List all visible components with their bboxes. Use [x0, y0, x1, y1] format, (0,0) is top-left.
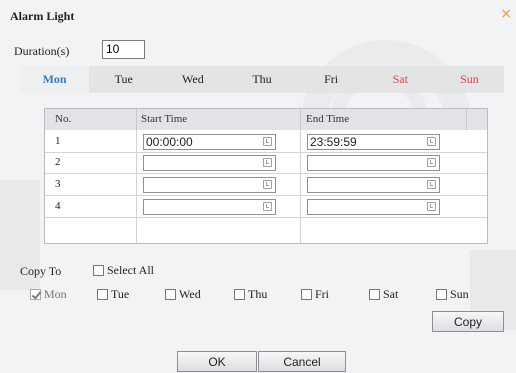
column-divider — [136, 109, 137, 130]
row-number: 1 — [55, 135, 61, 147]
cancel-button[interactable]: Cancel — [258, 351, 346, 372]
tab-thu[interactable]: Thu — [227, 66, 296, 93]
copy-day-wed-checkbox[interactable]: Wed — [165, 287, 201, 302]
table-row: 2 — [45, 153, 487, 174]
checkbox-icon[interactable] — [234, 289, 245, 300]
column-header-start-time: Start Time — [141, 113, 188, 125]
select-all-checkbox[interactable]: Select All — [93, 263, 154, 278]
schedule-table: No. Start Time End Time 1 00:00:00 23:59… — [44, 108, 488, 244]
checkbox-icon[interactable] — [97, 289, 108, 300]
column-header-end-time: End Time — [306, 113, 350, 125]
copy-day-thu-checkbox[interactable]: Thu — [234, 287, 267, 302]
copy-button[interactable]: Copy — [432, 311, 504, 332]
dialog-title: Alarm Light — [10, 9, 75, 23]
tab-tue[interactable]: Tue — [89, 66, 158, 93]
copy-day-label: Wed — [179, 287, 201, 301]
end-time-input[interactable] — [307, 199, 440, 215]
clock-icon[interactable] — [263, 137, 272, 146]
tab-wed[interactable]: Wed — [158, 66, 227, 93]
clock-icon[interactable] — [263, 180, 272, 189]
start-time-input[interactable] — [143, 177, 276, 193]
duration-input[interactable] — [102, 40, 145, 59]
column-header-no: No. — [55, 113, 72, 125]
start-time-value: 00:00:00 — [146, 135, 193, 149]
row-number: 4 — [55, 200, 61, 212]
copy-day-fri-checkbox[interactable]: Fri — [301, 287, 329, 302]
select-all-label: Select All — [107, 263, 154, 277]
copy-day-label: Sat — [383, 287, 399, 301]
start-time-input[interactable]: 00:00:00 — [143, 134, 276, 150]
column-divider — [466, 109, 467, 130]
row-number: 2 — [55, 156, 61, 168]
alarm-light-dialog: Alarm Light × Duration(s) Mon Tue Wed Th… — [0, 0, 516, 372]
clock-icon[interactable] — [263, 158, 272, 167]
table-row: 4 — [45, 197, 487, 218]
checkbox-icon[interactable] — [165, 289, 176, 300]
copy-day-label: Mon — [44, 287, 67, 301]
copy-day-label: Thu — [248, 287, 268, 301]
end-time-input[interactable]: 23:59:59 — [307, 134, 440, 150]
checkbox-icon[interactable] — [93, 265, 104, 276]
end-time-input[interactable] — [307, 177, 440, 193]
weekday-tabs: Mon Tue Wed Thu Fri Sat Sun — [20, 66, 504, 93]
tab-mon[interactable]: Mon — [20, 66, 90, 93]
column-divider — [300, 109, 301, 130]
end-time-input[interactable] — [307, 155, 440, 171]
ok-button[interactable]: OK — [177, 351, 257, 372]
table-row: 3 — [45, 175, 487, 196]
tab-sat[interactable]: Sat — [366, 66, 435, 93]
table-row: 1 00:00:00 23:59:59 — [45, 132, 487, 153]
copy-day-label: Fri — [315, 287, 330, 301]
tab-sun[interactable]: Sun — [435, 66, 504, 93]
copy-day-label: Tue — [111, 287, 130, 301]
clock-icon[interactable] — [427, 137, 436, 146]
tab-fri[interactable]: Fri — [297, 66, 366, 93]
copy-day-sat-checkbox[interactable]: Sat — [369, 287, 398, 302]
start-time-input[interactable] — [143, 199, 276, 215]
copy-to-label: Copy To — [20, 264, 62, 278]
checkbox-icon[interactable] — [436, 289, 447, 300]
clock-icon[interactable] — [263, 202, 272, 211]
duration-label: Duration(s) — [14, 44, 70, 58]
end-time-value: 23:59:59 — [310, 135, 357, 149]
copy-day-mon-checkbox[interactable]: Mon — [30, 287, 67, 302]
row-number: 3 — [55, 178, 61, 190]
clock-icon[interactable] — [427, 202, 436, 211]
dialog-titlebar: Alarm Light × — [0, 0, 516, 30]
close-icon[interactable]: × — [500, 6, 512, 22]
copy-day-tue-checkbox[interactable]: Tue — [97, 287, 129, 302]
clock-icon[interactable] — [427, 180, 436, 189]
clock-icon[interactable] — [427, 158, 436, 167]
start-time-input[interactable] — [143, 155, 276, 171]
copy-day-sun-checkbox[interactable]: Sun — [436, 287, 469, 302]
copy-day-label: Sun — [450, 287, 469, 301]
checkbox-icon[interactable] — [369, 289, 380, 300]
table-header: No. Start Time End Time — [45, 109, 487, 130]
checkbox-checked-icon[interactable] — [30, 289, 41, 300]
checkbox-icon[interactable] — [301, 289, 312, 300]
